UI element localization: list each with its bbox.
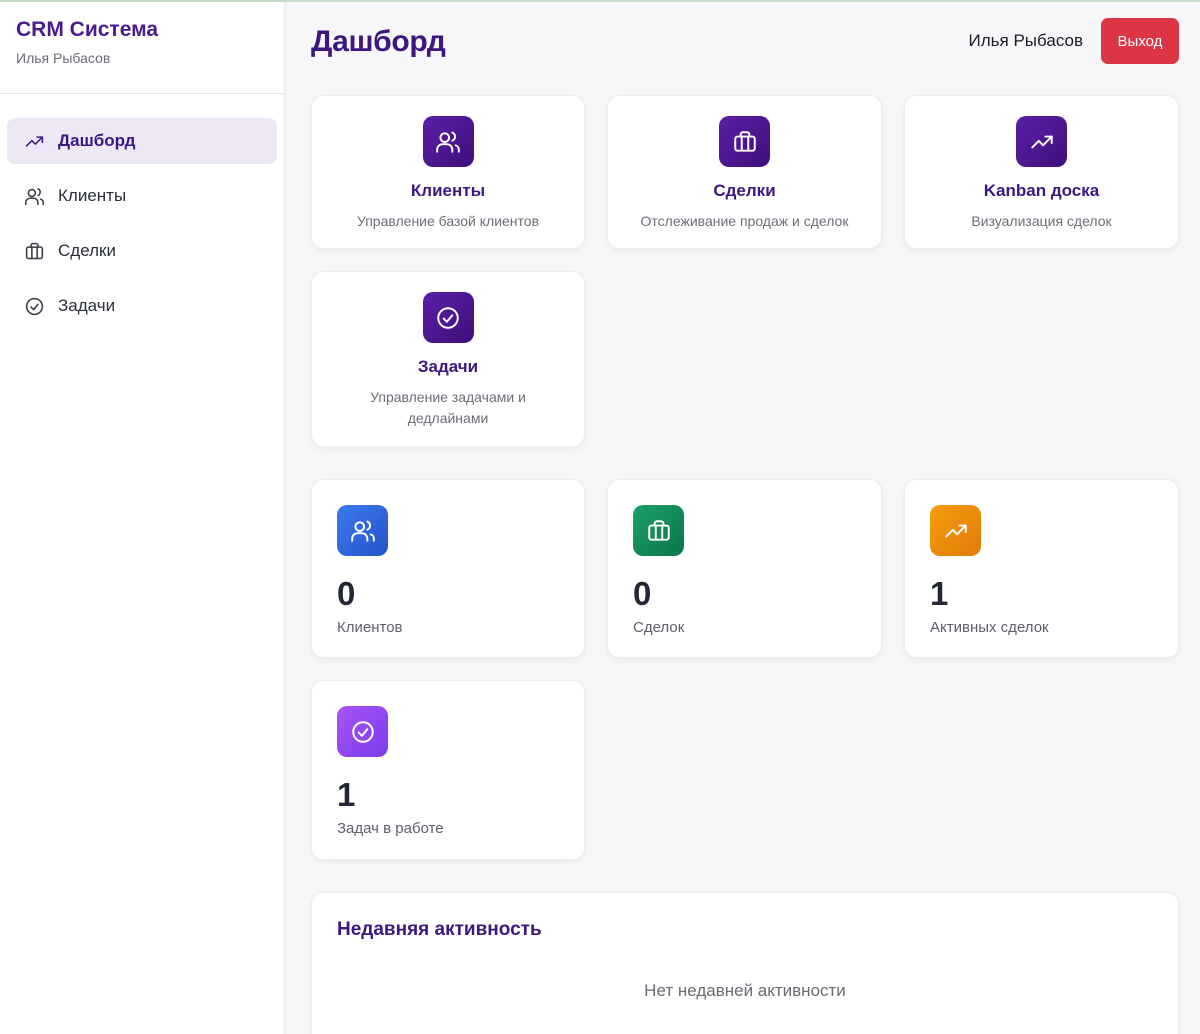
- stat-label: Задач в работе: [337, 820, 444, 837]
- users-icon: [422, 116, 474, 167]
- stat-card-deals: 0 Сделок: [607, 479, 882, 658]
- activity-title: Недавняя активность: [337, 919, 542, 940]
- stat-value: 0: [633, 575, 652, 612]
- page-title: Дашборд: [311, 25, 446, 58]
- stat-card-active-deals: 1 Активных сделок: [904, 479, 1179, 658]
- sidebar: CRM Система Илья Рыбасов Дашборд Клиенты: [0, 2, 285, 1034]
- sidebar-user-name: Илья Рыбасов: [16, 50, 111, 66]
- nav-card-clients[interactable]: Клиенты Управление базой клиентов: [311, 95, 585, 249]
- check-circle-icon: [422, 292, 474, 343]
- sidebar-item-label: Задачи: [58, 296, 116, 315]
- stat-value: 1: [337, 776, 356, 813]
- check-circle-icon: [23, 295, 45, 317]
- activity-empty-state: Нет недавней активности: [644, 981, 846, 1000]
- check-circle-icon: [337, 706, 388, 757]
- stat-value: 0: [337, 575, 356, 612]
- nav-card-deals[interactable]: Сделки Отслеживание продаж и сделок: [607, 95, 882, 249]
- stat-card-tasks: 1 Задач в работе: [311, 680, 585, 860]
- trending-up-icon: [23, 130, 45, 152]
- briefcase-icon: [23, 240, 45, 262]
- trending-up-icon: [1016, 116, 1067, 167]
- main-content: Дашборд Илья Рыбасов Выход Клиенты Управ…: [285, 2, 1200, 1034]
- recent-activity-panel: Недавняя активность Нет недавней активно…: [311, 892, 1179, 1034]
- nav-card-tasks[interactable]: Задачи Управление задачами и дедлайнами: [311, 271, 585, 447]
- brand: CRM Система Илья Рыбасов: [0, 2, 284, 94]
- brand-title: CRM Система: [16, 18, 159, 41]
- sidebar-item-label: Клиенты: [58, 186, 127, 205]
- nav-card-description: Визуализация сделок: [971, 213, 1112, 229]
- sidebar-item-label: Сделки: [58, 241, 116, 260]
- nav-card-title: Kanban доска: [983, 181, 1100, 200]
- header-user-name: Илья Рыбасов: [968, 31, 1083, 50]
- app-window: CRM Система Илья Рыбасов Дашборд Клиенты: [0, 0, 1200, 1034]
- briefcase-icon: [633, 505, 684, 556]
- sidebar-item-clients[interactable]: Клиенты: [7, 173, 277, 219]
- stat-card-clients: 0 Клиентов: [311, 479, 585, 658]
- page-header: Дашборд Илья Рыбасов Выход: [311, 2, 1179, 80]
- nav-card-title: Клиенты: [410, 181, 486, 200]
- stat-value: 1: [930, 575, 949, 612]
- sidebar-item-label: Дашборд: [58, 131, 136, 150]
- stat-label: Активных сделок: [930, 619, 1049, 636]
- stat-label: Сделок: [633, 619, 685, 636]
- sidebar-nav: Дашборд Клиенты Сделки Задачи: [0, 94, 284, 329]
- users-icon: [337, 505, 388, 556]
- logout-button[interactable]: Выход: [1101, 18, 1179, 64]
- briefcase-icon: [719, 116, 770, 167]
- header-user-area: Илья Рыбасов Выход: [969, 18, 1179, 64]
- sidebar-item-deals[interactable]: Сделки: [7, 228, 277, 274]
- nav-card-description: Управление базой клиентов: [356, 213, 540, 229]
- sidebar-item-tasks[interactable]: Задачи: [7, 283, 277, 329]
- nav-card-description: Отслеживание продаж и сделок: [640, 213, 849, 229]
- nav-card-description: Управление задачами и дедлайнами: [370, 389, 526, 426]
- nav-card-title: Сделки: [713, 181, 776, 200]
- trending-up-icon: [930, 505, 981, 556]
- stat-label: Клиентов: [337, 619, 403, 636]
- sidebar-item-dashboard[interactable]: Дашборд: [7, 118, 277, 164]
- nav-card-title: Задачи: [417, 357, 479, 376]
- users-icon: [23, 185, 45, 207]
- nav-card-kanban[interactable]: Kanban доска Визуализация сделок: [904, 95, 1179, 249]
